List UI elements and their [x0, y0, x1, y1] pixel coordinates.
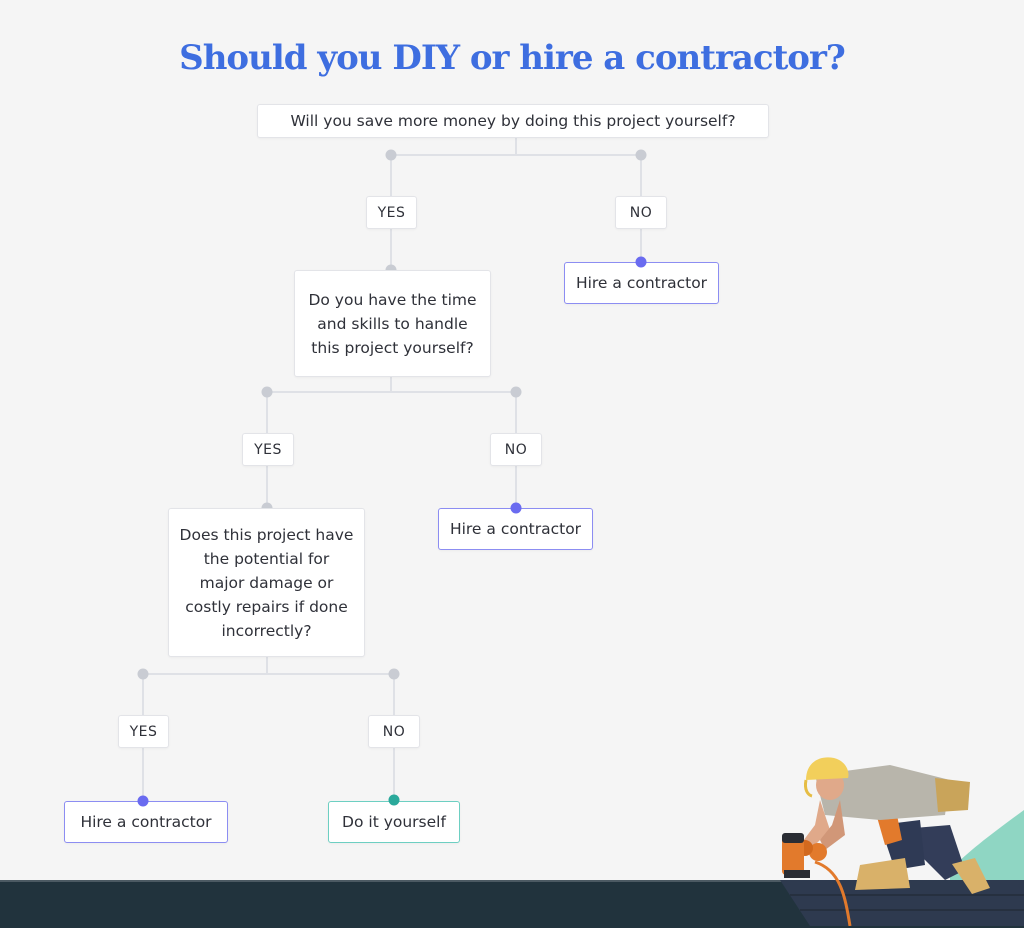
- outcome-text: Do it yourself: [342, 813, 446, 831]
- connector-line: [267, 391, 517, 393]
- answer-text: YES: [254, 441, 282, 458]
- connector-dot: [388, 668, 400, 680]
- page-title: Should you DIY or hire a contractor?: [179, 38, 846, 78]
- answer-label-yes: YES: [242, 433, 294, 466]
- answer-label-no: NO: [490, 433, 542, 466]
- outcome-dot: [137, 795, 149, 807]
- connector-dot: [635, 149, 647, 161]
- answer-label-no: NO: [368, 715, 420, 748]
- outcome-hire-contractor: Hire a contractor: [564, 262, 719, 304]
- answer-text: NO: [382, 723, 406, 740]
- answer-label-yes: YES: [118, 715, 169, 748]
- answer-text: YES: [377, 204, 406, 221]
- outcome-do-it-yourself: Do it yourself: [328, 801, 460, 843]
- outcome-hire-contractor: Hire a contractor: [64, 801, 228, 843]
- outcome-text: Hire a contractor: [575, 274, 708, 292]
- answer-label-yes: YES: [366, 196, 417, 229]
- connector-dot: [510, 386, 522, 398]
- outcome-dot: [510, 502, 522, 514]
- answer-text: NO: [504, 441, 528, 458]
- question-text: Does this project have the potential for…: [179, 525, 354, 640]
- answer-text: YES: [129, 723, 158, 740]
- connector-line: [515, 138, 517, 155]
- connector-dot: [137, 668, 149, 680]
- outcome-hire-contractor: Hire a contractor: [438, 508, 593, 550]
- outcome-text: Hire a contractor: [449, 520, 582, 538]
- question-text: Do you have the time and skills to handl…: [308, 290, 477, 357]
- outcome-dot: [388, 794, 400, 806]
- question-text: Will you save more money by doing this p…: [290, 112, 736, 130]
- roofer-illustration-icon: [780, 757, 1024, 926]
- connector-line: [266, 657, 268, 674]
- connector-line: [391, 154, 642, 156]
- connector-line: [143, 673, 394, 675]
- outcome-dot: [635, 256, 647, 268]
- outcome-text: Hire a contractor: [80, 813, 212, 831]
- answer-text: NO: [629, 204, 653, 221]
- connector-dot: [261, 386, 273, 398]
- connector-dot: [385, 149, 397, 161]
- question-box-time-skills: Do you have the time and skills to handl…: [294, 270, 491, 377]
- connector-line: [390, 377, 392, 392]
- question-box-money: Will you save more money by doing this p…: [257, 104, 769, 138]
- question-box-damage-risk: Does this project have the potential for…: [168, 508, 365, 657]
- answer-label-no: NO: [615, 196, 667, 229]
